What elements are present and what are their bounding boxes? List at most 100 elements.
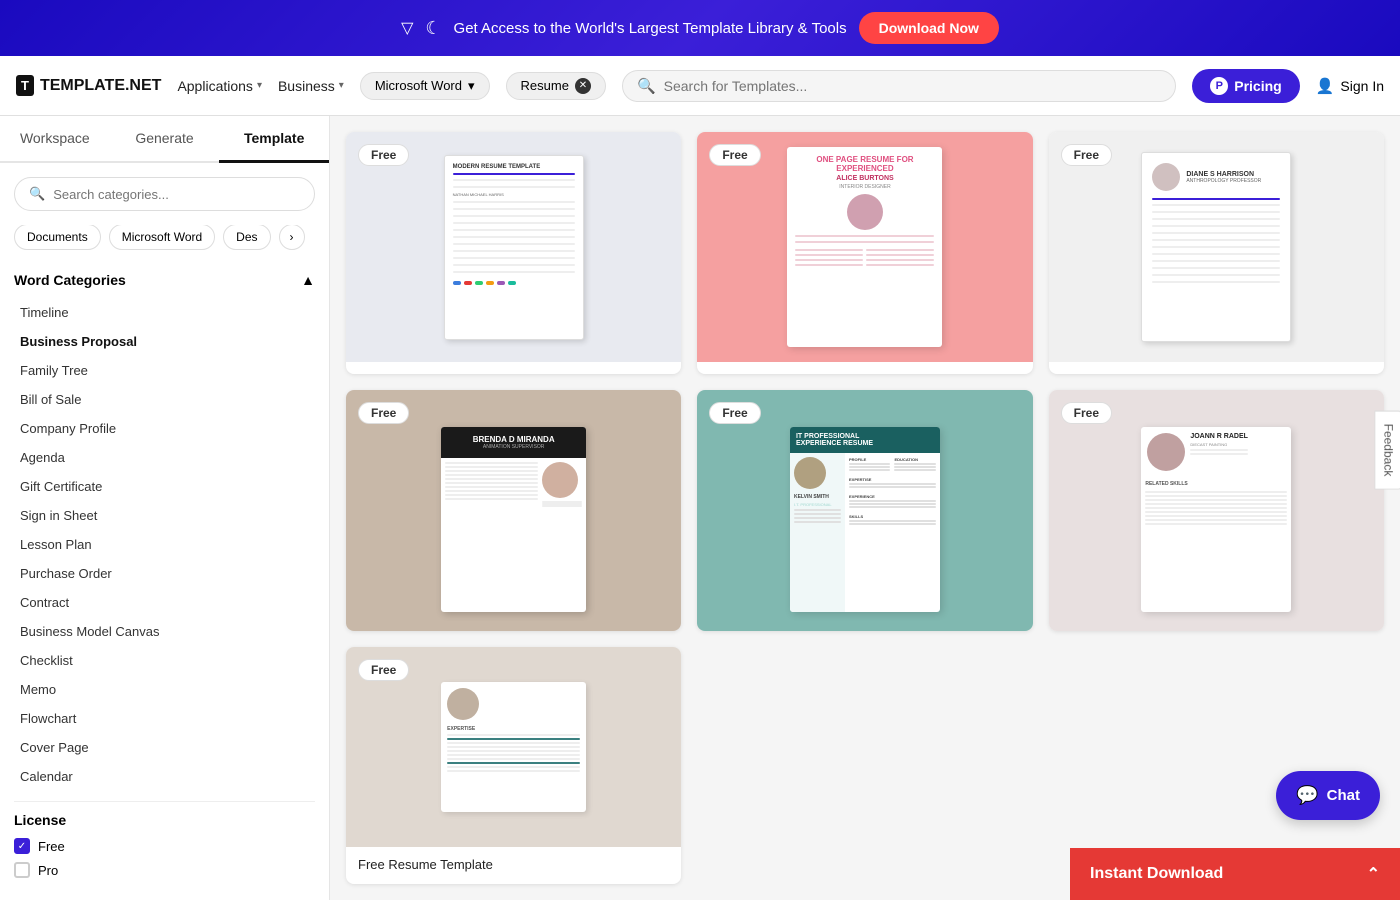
card-image-4: Free BRENDA D MIRANDA ANIMATION SUPERVIS…	[346, 390, 681, 632]
chat-label: Chat	[1327, 787, 1360, 804]
category-search-icon: 🔍	[29, 186, 45, 202]
card-animation-resume[interactable]: Free BRENDA D MIRANDA ANIMATION SUPERVIS…	[346, 390, 681, 632]
category-company-profile[interactable]: Company Profile	[20, 414, 315, 443]
card-image-7: Free EXPERTISE	[346, 647, 681, 847]
free-label: Free	[38, 839, 65, 854]
category-timeline[interactable]: Timeline	[20, 298, 315, 327]
business-label: Business	[278, 78, 335, 94]
instant-download-chevron: ⌃	[1367, 864, 1380, 884]
card-title-3: Free Anthropology Professor Resume	[1049, 362, 1384, 374]
license-free[interactable]: Free	[14, 838, 315, 854]
category-list: Timeline Business Proposal Family Tree B…	[14, 298, 315, 791]
resume-pink-1: ONE PAGE RESUME FOR EXPERIENCED ALICE BU…	[787, 147, 942, 347]
card-one-page-resume[interactable]: Free ONE PAGE RESUME FOR EXPERIENCED ALI…	[697, 132, 1032, 374]
pricing-button[interactable]: P Pricing	[1192, 69, 1299, 103]
free-checkbox[interactable]	[14, 838, 30, 854]
triangle-icon: ▽	[401, 18, 413, 38]
category-memo[interactable]: Memo	[20, 675, 315, 704]
chip-documents[interactable]: Documents	[14, 225, 101, 250]
sidebar: Workspace Generate Template 🔍 Documents …	[0, 116, 330, 900]
category-flowchart[interactable]: Flowchart	[20, 704, 315, 733]
card-7[interactable]: Free EXPERTISE Free Resume Template	[346, 647, 681, 884]
applications-label: Applications	[177, 78, 253, 94]
card-modern-resume[interactable]: Free MODERN RESUME TEMPLATE NATHAN MICHA…	[346, 132, 681, 374]
pricing-icon: P	[1210, 77, 1228, 95]
free-badge-4: Free	[358, 402, 409, 424]
sidebar-search: 🔍	[14, 177, 315, 211]
search-icon: 🔍	[637, 77, 656, 95]
chip-microsoft-word[interactable]: Microsoft Word	[109, 225, 215, 250]
tab-workspace[interactable]: Workspace	[0, 116, 110, 163]
chat-icon: 💬	[1296, 785, 1318, 806]
category-family-tree[interactable]: Family Tree	[20, 356, 315, 385]
mw-chevron: ▾	[468, 78, 475, 94]
category-checklist[interactable]: Checklist	[20, 646, 315, 675]
card-image-5: Free IT PROFESSIONAL EXPERIENCE RESUME K…	[697, 390, 1032, 632]
card-image-6: Free JOANN R RADEL DIECAST PAINTING RELA…	[1049, 390, 1384, 632]
free-badge-6: Free	[1061, 402, 1112, 424]
pro-label: Pro	[38, 863, 58, 878]
logo[interactable]: T TEMPLATE.NET	[16, 75, 161, 96]
sidebar-divider	[14, 801, 315, 802]
navbar: T TEMPLATE.NET Applications ▾ Business ▾…	[0, 56, 1400, 116]
chip-des[interactable]: Des	[223, 225, 270, 250]
resume-joann-1: JOANN R RADEL DIECAST PAINTING RELATED S…	[1141, 427, 1291, 612]
category-lesson-plan[interactable]: Lesson Plan	[20, 530, 315, 559]
resume-remove-icon[interactable]: ✕	[575, 78, 591, 94]
category-bill-of-sale[interactable]: Bill of Sale	[20, 385, 315, 414]
word-categories-title: Word Categories	[14, 272, 126, 288]
search-input[interactable]	[664, 78, 1162, 94]
chip-more[interactable]: ›	[279, 225, 305, 250]
signin-label: Sign In	[1340, 78, 1384, 94]
category-cover-page[interactable]: Cover Page	[20, 733, 315, 762]
free-badge-2: Free	[709, 144, 760, 166]
category-agenda[interactable]: Agenda	[20, 443, 315, 472]
applications-menu[interactable]: Applications ▾	[177, 78, 262, 94]
top-banner: ▽ ☾ Get Access to the World's Largest Te…	[0, 0, 1400, 56]
logo-text: TEMPLATE.NET	[40, 77, 161, 95]
resume-it-1: IT PROFESSIONAL EXPERIENCE RESUME KELVIN…	[790, 427, 940, 612]
category-business-proposal[interactable]: Business Proposal	[20, 327, 315, 356]
tab-generate[interactable]: Generate	[110, 116, 220, 163]
microsoft-word-tag[interactable]: Microsoft Word ▾	[360, 72, 490, 100]
resume-tag[interactable]: Resume ✕	[506, 72, 606, 100]
license-pro[interactable]: Pro	[14, 862, 315, 878]
card-joann-resume[interactable]: Free JOANN R RADEL DIECAST PAINTING RELA…	[1049, 390, 1384, 632]
business-menu[interactable]: Business ▾	[278, 78, 344, 94]
resume-partial-1: EXPERTISE	[441, 682, 586, 812]
microsoft-word-label: Microsoft Word	[375, 78, 462, 93]
instant-download-bar[interactable]: Instant Download ⌃	[1070, 848, 1400, 900]
pricing-label: Pricing	[1234, 78, 1281, 94]
feedback-tab[interactable]: Feedback	[1375, 411, 1400, 490]
chat-button[interactable]: 💬 Chat	[1276, 771, 1380, 820]
search-bar[interactable]: 🔍	[622, 70, 1176, 102]
card-anthropology-resume[interactable]: Free DIANE S HARRISON ANTHROPOLOGY PROFE…	[1049, 132, 1384, 374]
category-search-input[interactable]	[53, 187, 300, 202]
resume-thumb-3: DIANE S HARRISON ANTHROPOLOGY PROFESSOR	[1141, 152, 1291, 342]
category-gift-certificate[interactable]: Gift Certificate	[20, 472, 315, 501]
category-calendar[interactable]: Calendar	[20, 762, 315, 791]
resume-thumb-1: MODERN RESUME TEMPLATE NATHAN MICHAEL HA…	[444, 155, 584, 340]
download-now-button[interactable]: Download Now	[859, 12, 999, 44]
category-sign-in-sheet[interactable]: Sign in Sheet	[20, 501, 315, 530]
user-icon: 👤	[1316, 77, 1335, 95]
signin-button[interactable]: 👤 Sign In	[1316, 77, 1384, 95]
applications-chevron: ▾	[257, 80, 262, 91]
pro-checkbox[interactable]	[14, 862, 30, 878]
license-section: License Free Pro	[0, 812, 329, 900]
card-it-resume[interactable]: Free IT PROFESSIONAL EXPERIENCE RESUME K…	[697, 390, 1032, 632]
resume-label: Resume	[521, 78, 569, 93]
sidebar-tabs: Workspace Generate Template	[0, 116, 329, 163]
business-chevron: ▾	[339, 80, 344, 91]
word-categories-header[interactable]: Word Categories ▲	[14, 262, 315, 298]
crescent-icon: ☾	[425, 18, 441, 39]
category-purchase-order[interactable]: Purchase Order	[20, 559, 315, 588]
card-title-7: Free Resume Template	[346, 847, 681, 884]
card-image-2: Free ONE PAGE RESUME FOR EXPERIENCED ALI…	[697, 132, 1032, 362]
category-business-model-canvas[interactable]: Business Model Canvas	[20, 617, 315, 646]
category-contract[interactable]: Contract	[20, 588, 315, 617]
category-search-box[interactable]: 🔍	[14, 177, 315, 211]
card-title-2: Free One Page Resume for Experienced	[697, 362, 1032, 374]
tab-template[interactable]: Template	[219, 116, 329, 163]
collapse-icon: ▲	[301, 272, 315, 288]
